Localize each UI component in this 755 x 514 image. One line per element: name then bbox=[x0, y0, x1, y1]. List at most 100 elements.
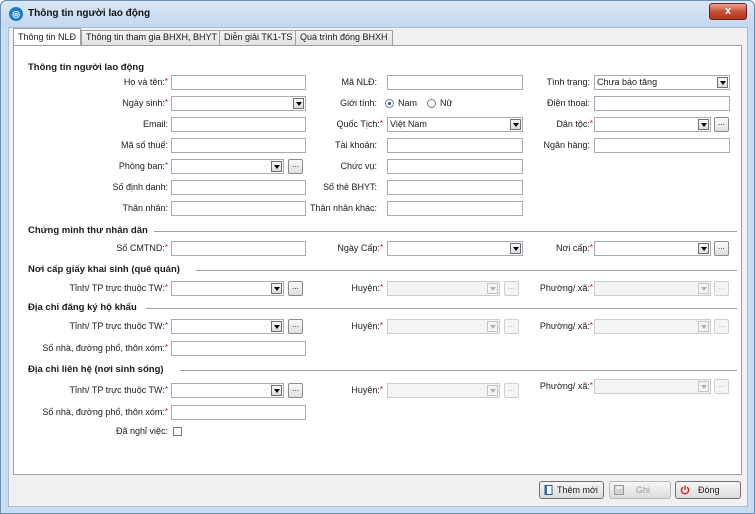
khai-sinh-phuong-browse-button: ... bbox=[714, 281, 729, 296]
chevron-down-icon[interactable] bbox=[271, 385, 282, 396]
section-household: Địa chỉ đăng ký hộ khẩu bbox=[28, 302, 137, 313]
chevron-down-icon[interactable] bbox=[293, 98, 304, 109]
than-nhan-khac-input[interactable] bbox=[387, 201, 523, 216]
lien-he-phuong-browse-button: ... bbox=[714, 379, 729, 394]
label-email: Email: bbox=[142, 119, 168, 129]
ho-khau-so-nha-input[interactable] bbox=[171, 341, 306, 356]
label-noi-cap: Nơi cấp:* bbox=[555, 243, 593, 253]
ngan-hang-input[interactable] bbox=[594, 138, 730, 153]
ho-khau-tinh-select[interactable] bbox=[171, 319, 284, 334]
khai-sinh-tinh-browse-button[interactable]: ... bbox=[288, 281, 303, 296]
ghi-button[interactable]: Ghi bbox=[609, 481, 671, 499]
chevron-down-icon[interactable] bbox=[717, 77, 728, 88]
label-quoc-tich: Quốc Tịch:* bbox=[336, 119, 383, 129]
ho-khau-tinh-browse-button[interactable]: ... bbox=[288, 319, 303, 334]
dan-toc-select[interactable] bbox=[594, 117, 711, 132]
khai-sinh-huyen-select[interactable] bbox=[387, 281, 500, 296]
label-huyen: Huyện:* bbox=[351, 385, 383, 395]
email-input[interactable] bbox=[171, 117, 306, 132]
da-nghi-viec-checkbox[interactable] bbox=[173, 427, 182, 436]
label-dien-thoai: Điện thoại: bbox=[546, 98, 590, 108]
bottom-bar: Thêm mới Ghi Đóng bbox=[9, 475, 747, 506]
lien-he-phuong-select[interactable] bbox=[594, 379, 711, 394]
ho-ten-input[interactable] bbox=[171, 75, 306, 90]
section-birthplace: Nơi cấp giấy khai sinh (quê quán) bbox=[28, 264, 180, 275]
label-ngay-cap: Ngày Cấp:* bbox=[337, 243, 383, 253]
chevron-down-icon bbox=[487, 385, 498, 396]
dong-button[interactable]: Đóng bbox=[675, 481, 741, 499]
chevron-down-icon[interactable] bbox=[510, 243, 521, 254]
chevron-down-icon[interactable] bbox=[698, 119, 709, 130]
phong-ban-browse-button[interactable]: ... bbox=[288, 159, 303, 174]
lien-he-so-nha-input[interactable] bbox=[171, 405, 306, 420]
section-divider bbox=[154, 231, 737, 232]
dien-thoai-input[interactable] bbox=[594, 96, 730, 111]
ma-nld-input[interactable] bbox=[387, 75, 523, 90]
khai-sinh-tinh-select[interactable] bbox=[171, 281, 284, 296]
label-than-nhan: Thân nhân: bbox=[122, 203, 168, 213]
tab-panel: Thông tin người lao động Họ và tên:* Mã … bbox=[13, 45, 742, 475]
chevron-down-icon[interactable] bbox=[698, 243, 709, 254]
noi-cap-browse-button[interactable]: ... bbox=[714, 241, 729, 256]
label-phuong-xa: Phường/ xã:* bbox=[539, 283, 593, 293]
radio-nam[interactable] bbox=[385, 99, 394, 108]
section-contact: Địa chỉ liên hệ (nơi sinh sống) bbox=[28, 364, 164, 375]
chevron-down-icon[interactable] bbox=[271, 161, 282, 172]
lien-he-huyen-select[interactable] bbox=[387, 383, 500, 398]
quoc-tich-select[interactable]: Việt Nam bbox=[387, 117, 523, 132]
them-moi-button[interactable]: Thêm mới bbox=[539, 481, 604, 499]
lien-he-tinh-select[interactable] bbox=[171, 383, 284, 398]
window-title: Thông tin người lao động bbox=[28, 8, 151, 19]
khai-sinh-phuong-select[interactable] bbox=[594, 281, 711, 296]
chevron-down-icon[interactable] bbox=[271, 321, 282, 332]
label-dan-toc: Dân tộc:* bbox=[556, 119, 593, 129]
ho-khau-huyen-browse-button: ... bbox=[504, 319, 519, 334]
new-document-icon bbox=[544, 485, 553, 495]
chevron-down-icon bbox=[698, 283, 709, 294]
ngay-cap-picker[interactable] bbox=[387, 241, 523, 256]
section-divider bbox=[146, 308, 737, 309]
tinh-trang-select[interactable]: Chưa báo tăng bbox=[594, 75, 730, 90]
label-tinh-tp: Tỉnh/ TP trực thuộc TW:* bbox=[69, 321, 168, 331]
label-than-nhan-khac: Thân nhân khác: bbox=[309, 203, 377, 213]
ho-khau-huyen-select[interactable] bbox=[387, 319, 500, 334]
dialog-client: Thông tin NLĐ Thông tin tham gia BHXH, B… bbox=[8, 27, 748, 507]
label-so-dinh-danh: Số định danh: bbox=[112, 182, 168, 192]
radio-nu[interactable] bbox=[427, 99, 436, 108]
tab-thong-tin-nld[interactable]: Thông tin NLĐ bbox=[13, 28, 82, 45]
chevron-down-icon bbox=[698, 381, 709, 392]
title-bar: ◎ Thông tin người lao động x bbox=[1, 1, 754, 27]
tab-thong-tin-tham-gia[interactable]: Thông tin tham gia BHXH, BHYT bbox=[81, 30, 223, 45]
label-ngay-sinh: Ngày sinh:* bbox=[122, 98, 168, 108]
label-da-nghi-viec: Đã nghỉ việc: bbox=[115, 426, 168, 436]
chevron-down-icon[interactable] bbox=[510, 119, 521, 130]
power-icon bbox=[680, 485, 690, 495]
close-button[interactable]: x bbox=[709, 3, 747, 20]
label-gioi-tinh: Giới tính: bbox=[340, 98, 377, 108]
ho-khau-phuong-browse-button: ... bbox=[714, 319, 729, 334]
ho-khau-phuong-select[interactable] bbox=[594, 319, 711, 334]
khai-sinh-huyen-browse-button: ... bbox=[504, 281, 519, 296]
chevron-down-icon[interactable] bbox=[271, 283, 282, 294]
noi-cap-select[interactable] bbox=[594, 241, 711, 256]
section-id-card: Chứng minh thư nhân dân bbox=[28, 225, 148, 236]
phong-ban-select[interactable] bbox=[171, 159, 284, 174]
chevron-down-icon bbox=[487, 321, 498, 332]
so-cmtnd-input[interactable] bbox=[171, 241, 306, 256]
ngay-sinh-picker[interactable] bbox=[171, 96, 306, 111]
lien-he-tinh-browse-button[interactable]: ... bbox=[288, 383, 303, 398]
tab-qua-trinh-dong[interactable]: Quá trình đóng BHXH bbox=[295, 30, 393, 45]
label-ma-so-thue: Mã số thuế: bbox=[120, 140, 168, 150]
label-phuong-xa: Phường/ xã:* bbox=[539, 321, 593, 331]
chuc-vu-input[interactable] bbox=[387, 159, 523, 174]
tai-khoan-input[interactable] bbox=[387, 138, 523, 153]
section-divider bbox=[180, 370, 737, 371]
label-tinh-trang: Tình trạng: bbox=[546, 77, 590, 87]
label-ho-ten: Họ và tên:* bbox=[123, 77, 168, 87]
than-nhan-input[interactable] bbox=[171, 201, 306, 216]
dan-toc-browse-button[interactable]: ... bbox=[714, 117, 729, 132]
so-dinh-danh-input[interactable] bbox=[171, 180, 306, 195]
ma-so-thue-input[interactable] bbox=[171, 138, 306, 153]
tab-dien-giai[interactable]: Diễn giải TK1-TS bbox=[219, 30, 298, 45]
so-the-bhyt-input[interactable] bbox=[387, 180, 523, 195]
